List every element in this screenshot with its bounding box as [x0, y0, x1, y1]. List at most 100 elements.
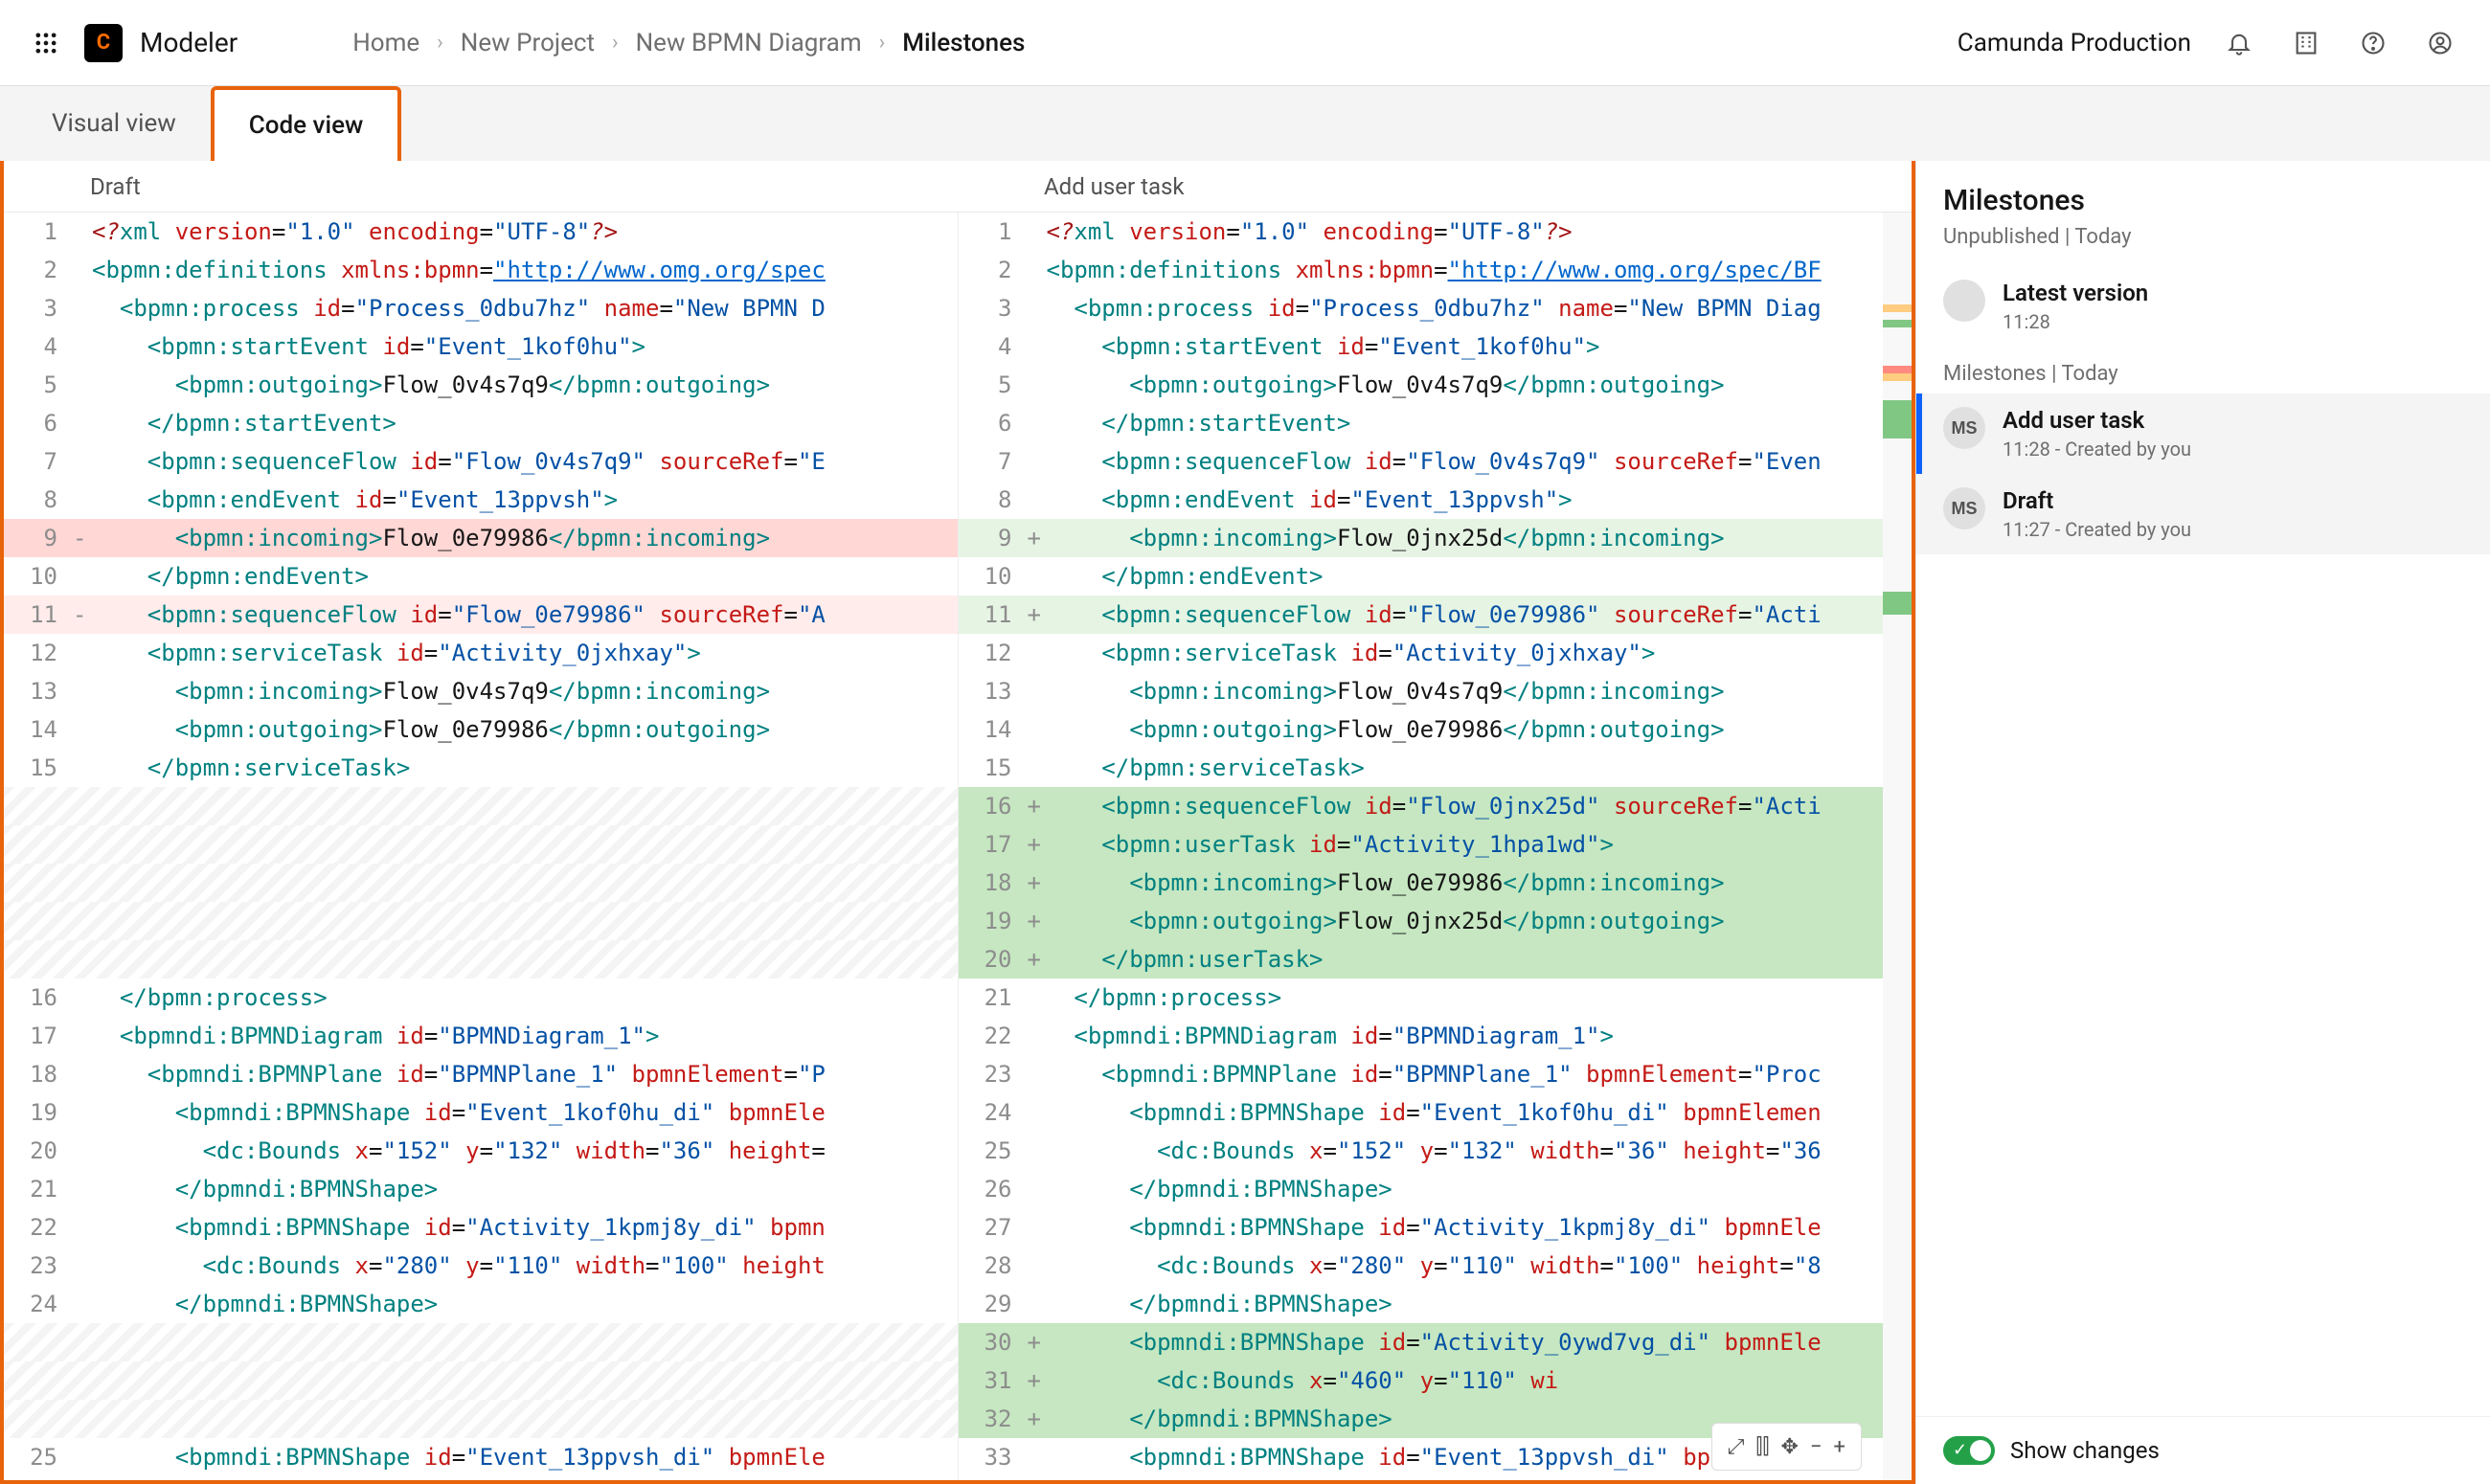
- target-icon[interactable]: ✥: [1780, 1435, 1798, 1459]
- diff-mark: [1028, 1247, 1047, 1285]
- tab-visual-view[interactable]: Visual view: [17, 88, 211, 159]
- code-line[interactable]: 7 <bpmn:sequenceFlow id="Flow_0v4s7q9" s…: [959, 442, 1913, 481]
- milestone-latest[interactable]: Latest version 11:28: [1916, 266, 2490, 347]
- code-line[interactable]: 2<bpmn:definitions xmlns:bpmn="http://ww…: [4, 251, 958, 289]
- code-line[interactable]: 23 <bpmndi:BPMNPlane id="BPMNPlane_1" bp…: [959, 1055, 1913, 1093]
- code-line[interactable]: 20+ </bpmn:userTask>: [959, 940, 1913, 978]
- code-content: <bpmn:userTask id="Activity_1hpa1wd">: [1047, 825, 1905, 864]
- code-line[interactable]: 2<bpmn:definitions xmlns:bpmn="http://ww…: [959, 251, 1913, 289]
- code-line[interactable]: 15 </bpmn:serviceTask>: [959, 749, 1913, 787]
- code-line[interactable]: 9+ <bpmn:incoming>Flow_0jnx25d</bpmn:inc…: [959, 519, 1913, 557]
- code-line[interactable]: 16+ <bpmn:sequenceFlow id="Flow_0jnx25d"…: [959, 787, 1913, 825]
- code-line[interactable]: 26 </bpmndi:BPMNShape>: [959, 1170, 1913, 1208]
- code-line[interactable]: [4, 1361, 958, 1400]
- code-line[interactable]: 24 <bpmndi:BPMNShape id="Event_1kof0hu_d…: [959, 1093, 1913, 1132]
- minimap[interactable]: [1883, 213, 1912, 1480]
- code-line[interactable]: 7 <bpmn:sequenceFlow id="Flow_0v4s7q9" s…: [4, 442, 958, 481]
- code-line[interactable]: 13 <bpmn:incoming>Flow_0v4s7q9</bpmn:inc…: [959, 672, 1913, 710]
- code-line[interactable]: 11- <bpmn:sequenceFlow id="Flow_0e79986"…: [4, 596, 958, 634]
- code-line[interactable]: 8 <bpmn:endEvent id="Event_13ppvsh">: [4, 481, 958, 519]
- code-line[interactable]: 8 <bpmn:endEvent id="Event_13ppvsh">: [959, 481, 1913, 519]
- code-line[interactable]: [4, 825, 958, 864]
- code-line[interactable]: 18 <bpmndi:BPMNPlane id="BPMNPlane_1" bp…: [4, 1055, 958, 1093]
- code-line[interactable]: 6 </bpmn:startEvent>: [959, 404, 1913, 442]
- show-changes-toggle-row: ✓ Show changes: [1916, 1416, 2490, 1484]
- code-line[interactable]: 28 <dc:Bounds x="280" y="110" width="100…: [959, 1247, 1913, 1285]
- diff-mark: [73, 481, 92, 519]
- code-line[interactable]: 12 <bpmn:serviceTask id="Activity_0jxhxa…: [959, 634, 1913, 672]
- breadcrumb-home[interactable]: Home: [352, 29, 419, 57]
- user-icon[interactable]: [2421, 24, 2459, 62]
- zoom-out-button[interactable]: −: [1810, 1435, 1822, 1459]
- code-line[interactable]: 21 </bpmn:process>: [959, 978, 1913, 1017]
- code-line[interactable]: 19 <bpmndi:BPMNShape id="Event_1kof0hu_d…: [4, 1093, 958, 1132]
- milestone-item[interactable]: MSDraft11:27 - Created by you: [1916, 474, 2490, 554]
- line-number: 23: [959, 1055, 1028, 1093]
- apps-grid-icon[interactable]: [31, 28, 61, 58]
- code-line[interactable]: 15 </bpmn:serviceTask>: [4, 749, 958, 787]
- code-line[interactable]: 21 </bpmndi:BPMNShape>: [4, 1170, 958, 1208]
- code-line[interactable]: 27 <bpmndi:BPMNShape id="Activity_1kpmj8…: [959, 1208, 1913, 1247]
- code-line[interactable]: [4, 864, 958, 902]
- code-line[interactable]: 25 <dc:Bounds x="152" y="132" width="36"…: [959, 1132, 1913, 1170]
- code-line[interactable]: 16 </bpmn:process>: [4, 978, 958, 1017]
- code-line[interactable]: 5 <bpmn:outgoing>Flow_0v4s7q9</bpmn:outg…: [959, 366, 1913, 404]
- code-line[interactable]: 17+ <bpmn:userTask id="Activity_1hpa1wd"…: [959, 825, 1913, 864]
- org-label[interactable]: Camunda Production: [1958, 29, 2191, 57]
- line-number: 23: [4, 1247, 73, 1285]
- code-line[interactable]: 4 <bpmn:startEvent id="Event_1kof0hu">: [959, 327, 1913, 366]
- building-icon[interactable]: [2287, 24, 2325, 62]
- code-line[interactable]: 23 <dc:Bounds x="280" y="110" width="100…: [4, 1247, 958, 1285]
- view-tabs: Visual view Code view: [0, 86, 2490, 161]
- code-line[interactable]: 9- <bpmn:incoming>Flow_0e79986</bpmn:inc…: [4, 519, 958, 557]
- diff-mark: [73, 1247, 92, 1285]
- map-icon[interactable]: ⫿⫿: [1755, 1435, 1769, 1459]
- code-line[interactable]: 31+ <dc:Bounds x="460" y="110" wi: [959, 1361, 1913, 1400]
- code-line[interactable]: 18+ <bpmn:incoming>Flow_0e79986</bpmn:in…: [959, 864, 1913, 902]
- breadcrumb-project[interactable]: New Project: [461, 29, 595, 57]
- code-line[interactable]: 22 <bpmndi:BPMNDiagram id="BPMNDiagram_1…: [959, 1017, 1913, 1055]
- line-number: 29: [959, 1285, 1028, 1323]
- code-line[interactable]: 10 </bpmn:endEvent>: [959, 557, 1913, 596]
- code-line[interactable]: 13 <bpmn:incoming>Flow_0v4s7q9</bpmn:inc…: [4, 672, 958, 710]
- code-line[interactable]: 22 <bpmndi:BPMNShape id="Activity_1kpmj8…: [4, 1208, 958, 1247]
- code-line[interactable]: 5 <bpmn:outgoing>Flow_0v4s7q9</bpmn:outg…: [4, 366, 958, 404]
- code-content: </bpmn:serviceTask>: [1047, 749, 1905, 787]
- code-line[interactable]: 14 <bpmn:outgoing>Flow_0e79986</bpmn:out…: [4, 710, 958, 749]
- code-line[interactable]: 19+ <bpmn:outgoing>Flow_0jnx25d</bpmn:ou…: [959, 902, 1913, 940]
- code-line[interactable]: 17 <bpmndi:BPMNDiagram id="BPMNDiagram_1…: [4, 1017, 958, 1055]
- code-line[interactable]: 30+ <bpmndi:BPMNShape id="Activity_0ywd7…: [959, 1323, 1913, 1361]
- code-line[interactable]: 1<?xml version="1.0" encoding="UTF-8"?>: [959, 213, 1913, 251]
- code-line[interactable]: 20 <dc:Bounds x="152" y="132" width="36"…: [4, 1132, 958, 1170]
- code-content: <bpmn:sequenceFlow id="Flow_0v4s7q9" sou…: [92, 442, 950, 481]
- code-line[interactable]: [4, 1323, 958, 1361]
- code-line[interactable]: 3 <bpmn:process id="Process_0dbu7hz" nam…: [4, 289, 958, 327]
- show-changes-switch[interactable]: ✓: [1943, 1436, 1995, 1465]
- code-line[interactable]: 6 </bpmn:startEvent>: [4, 404, 958, 442]
- diff-pane-left[interactable]: 1<?xml version="1.0" encoding="UTF-8"?>2…: [4, 213, 959, 1480]
- bell-icon[interactable]: [2220, 24, 2258, 62]
- zoom-in-button[interactable]: +: [1834, 1435, 1845, 1459]
- code-line[interactable]: 10 </bpmn:endEvent>: [4, 557, 958, 596]
- code-line[interactable]: [4, 902, 958, 940]
- breadcrumb-diagram[interactable]: New BPMN Diagram: [636, 29, 862, 57]
- code-line[interactable]: 12 <bpmn:serviceTask id="Activity_0jxhxa…: [4, 634, 958, 672]
- code-line[interactable]: 25 <bpmndi:BPMNShape id="Event_13ppvsh_d…: [4, 1438, 958, 1476]
- milestone-item[interactable]: MSAdd user task11:28 - Created by you: [1916, 393, 2490, 474]
- expand-icon[interactable]: ⤢: [1728, 1435, 1745, 1459]
- diff-pane-right[interactable]: 1<?xml version="1.0" encoding="UTF-8"?>2…: [959, 213, 1913, 1480]
- code-line[interactable]: 3 <bpmn:process id="Process_0dbu7hz" nam…: [959, 289, 1913, 327]
- tab-code-view[interactable]: Code view: [211, 86, 402, 161]
- code-line[interactable]: 1<?xml version="1.0" encoding="UTF-8"?>: [4, 213, 958, 251]
- help-icon[interactable]: [2354, 24, 2392, 62]
- code-line[interactable]: 4 <bpmn:startEvent id="Event_1kof0hu">: [4, 327, 958, 366]
- code-line[interactable]: [4, 1400, 958, 1438]
- code-line[interactable]: 24 </bpmndi:BPMNShape>: [4, 1285, 958, 1323]
- line-number: 27: [959, 1208, 1028, 1247]
- app-logo[interactable]: C: [84, 24, 123, 62]
- code-line[interactable]: 29 </bpmndi:BPMNShape>: [959, 1285, 1913, 1323]
- code-line[interactable]: [4, 940, 958, 978]
- code-line[interactable]: 14 <bpmn:outgoing>Flow_0e79986</bpmn:out…: [959, 710, 1913, 749]
- code-line[interactable]: 11+ <bpmn:sequenceFlow id="Flow_0e79986"…: [959, 596, 1913, 634]
- code-line[interactable]: [4, 787, 958, 825]
